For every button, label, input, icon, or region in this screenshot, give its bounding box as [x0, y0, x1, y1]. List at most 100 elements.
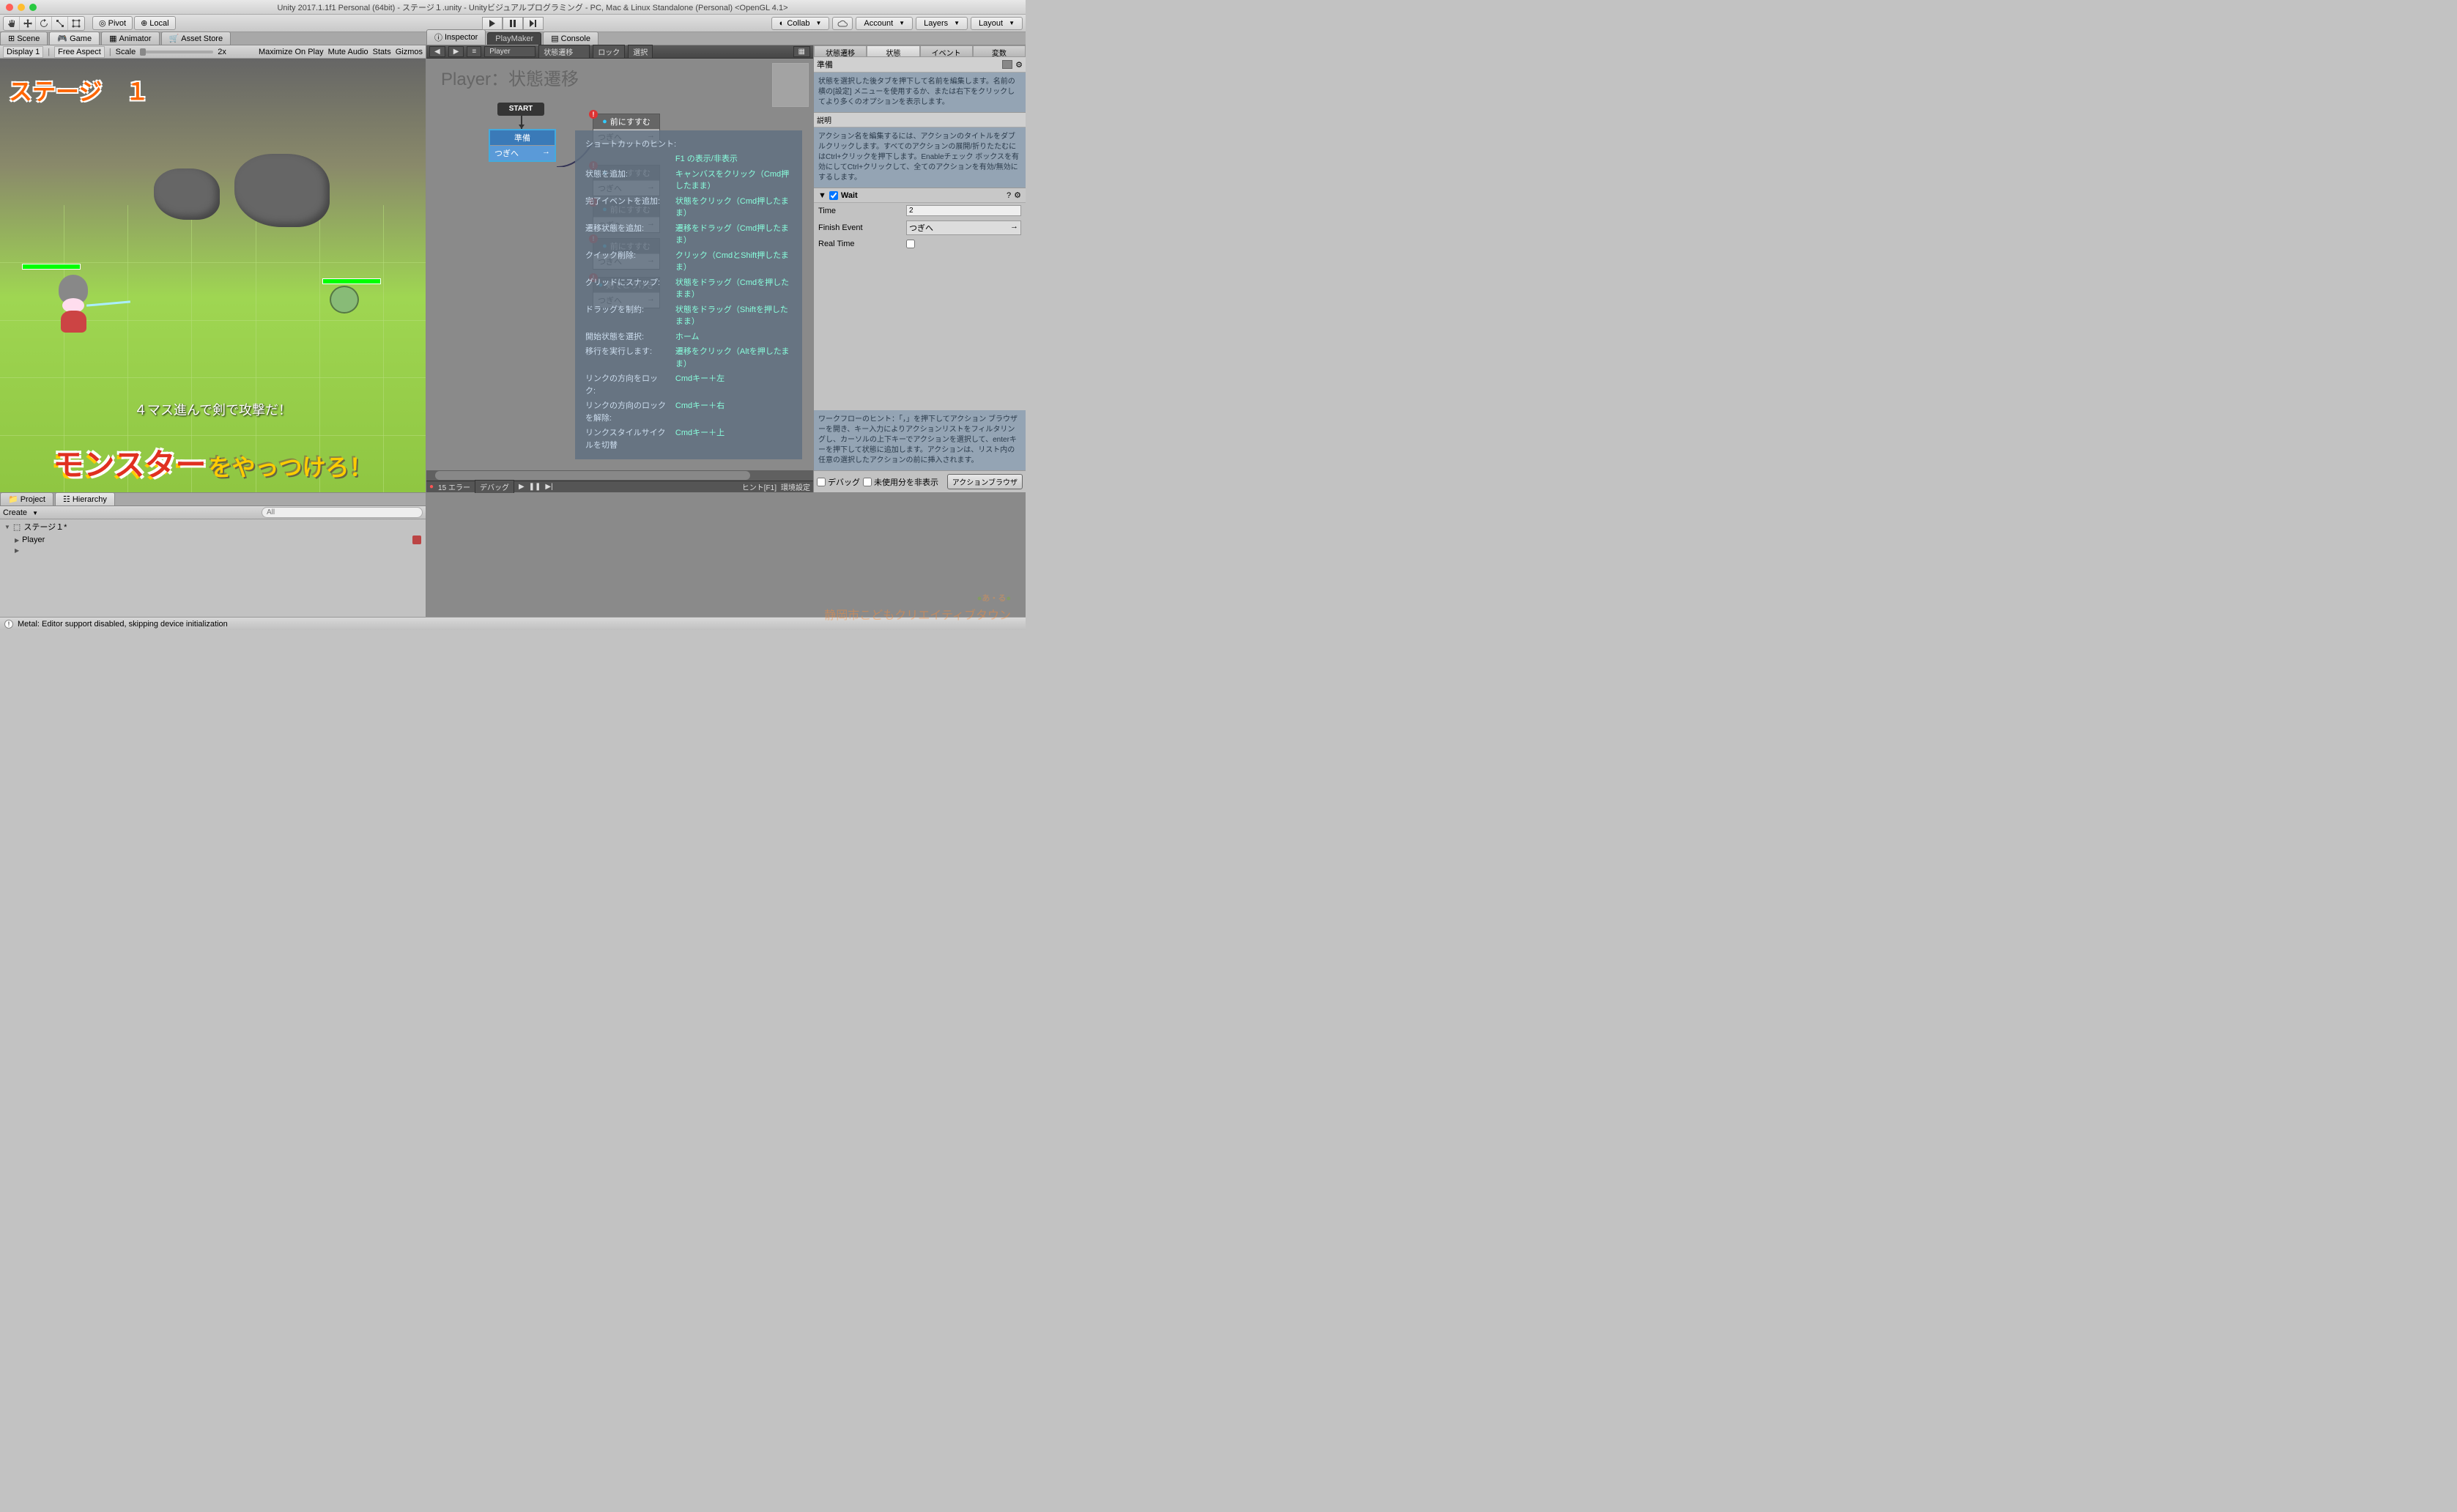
cloud-button[interactable] [832, 17, 853, 30]
layers-dropdown[interactable]: Layers▼ [916, 17, 968, 30]
rotate-tool[interactable] [36, 17, 52, 30]
start-node[interactable]: START [497, 103, 544, 116]
tab-game[interactable]: 🎮Game [49, 32, 100, 45]
collab-dropdown[interactable]: ◐Collab▼ [771, 17, 830, 30]
hint-toggle[interactable]: ヒント[F1] [742, 481, 777, 492]
real-time-checkbox[interactable] [906, 240, 915, 248]
zoom-window[interactable] [29, 4, 37, 11]
description-label: 説明 [814, 113, 1026, 127]
maximize-toggle[interactable]: Maximize On Play [259, 48, 324, 56]
mute-toggle[interactable]: Mute Audio [328, 48, 368, 56]
display-dropdown[interactable]: Display 1 [3, 46, 43, 58]
state-name-field[interactable]: 準備 ⚙ [814, 57, 1026, 73]
pm-play-icon[interactable]: ▶ [519, 483, 525, 491]
layout-dropdown[interactable]: Layout▼ [971, 17, 1023, 30]
workflow-hint: ワークフローのヒント：「，」を押下してアクション ブラウザーを開き、キー入力によ… [814, 410, 1026, 470]
rect-tool[interactable] [68, 17, 84, 30]
color-swatch[interactable] [1002, 60, 1012, 69]
action-browser-button[interactable]: アクションブラウザ [947, 474, 1023, 489]
move-tool[interactable] [20, 17, 36, 30]
tab-state-transition[interactable]: 状態遷移 [814, 45, 867, 56]
debug-checkbox[interactable] [817, 478, 826, 486]
pm-recent-button[interactable]: ≡ [467, 46, 481, 57]
inspector-panel: 状態遷移 状態 イベント 変数 準備 ⚙ 状態を選択した後タブを押下して名前を編… [813, 45, 1026, 492]
banner-red: モンスター [53, 448, 206, 482]
pm-forward-button[interactable]: ▶ [448, 46, 464, 57]
tab-project[interactable]: 📁Project [0, 492, 53, 505]
help-icon[interactable]: ? [1007, 191, 1011, 200]
banner-yellow: をやっつけろ！ [209, 454, 373, 481]
player-hp-bar [22, 264, 81, 270]
wait-action-header[interactable]: ▼ Wait ? ⚙ [814, 188, 1026, 203]
hierarchy-search[interactable] [262, 507, 423, 518]
collab-icon: ◐ [779, 19, 785, 28]
gizmos-dropdown[interactable]: Gizmos [396, 48, 423, 56]
pm-minimap-toggle[interactable]: ▦ [793, 46, 810, 57]
env-settings[interactable]: 環境設定 [781, 481, 810, 492]
transform-tools [3, 16, 85, 31]
pm-object-dropdown[interactable]: Player [484, 46, 536, 57]
playmaker-canvas[interactable]: Player：状態遷移 START 準備 つぎへ→ ! ●前にすすむ つぎへ→ … [426, 59, 813, 470]
pm-step-icon[interactable]: ▶| [545, 483, 552, 491]
pivot-icon: ◎ [99, 18, 106, 28]
chevron-down-icon: ▼ [954, 20, 960, 26]
chevron-down-icon: ▼ [899, 20, 905, 26]
gear-icon[interactable]: ⚙ [1015, 60, 1023, 70]
real-time-label: Real Time [818, 240, 906, 248]
pivot-toggle[interactable]: ◎Pivot [92, 16, 133, 30]
time-field-row: Time [814, 203, 1026, 218]
hide-unused-checkbox[interactable] [863, 478, 872, 486]
window-titlebar: Unity 2017.1.1f1 Personal (64bit) - ステージ… [0, 0, 1026, 15]
pause-button[interactable] [503, 17, 523, 30]
tab-asset-store[interactable]: 🛒Asset Store [161, 32, 231, 45]
hand-tool[interactable] [4, 17, 20, 30]
create-dropdown[interactable]: Create ▼ [3, 508, 38, 517]
finish-event-dropdown[interactable]: つぎへ→ [906, 220, 1021, 235]
pm-select-toggle[interactable]: 選択 [628, 45, 653, 59]
local-toggle[interactable]: ⊕Local [134, 16, 176, 30]
pm-lock-toggle[interactable]: ロック [593, 45, 625, 59]
playmaker-toolbar: ◀ ▶ ≡ Player 状態遷移 ロック 選択 ▦ [426, 45, 813, 59]
player-row[interactable]: ▶Player [0, 534, 426, 546]
foldout-icon[interactable]: ▼ [818, 191, 826, 200]
expand-row[interactable]: ▶ [0, 546, 426, 555]
time-input[interactable] [906, 205, 1021, 216]
pm-fsm-dropdown[interactable]: 状態遷移 [538, 45, 590, 59]
store-icon: 🛒 [169, 34, 179, 43]
stats-toggle[interactable]: Stats [373, 48, 391, 56]
error-count[interactable]: 15 エラー [438, 481, 470, 492]
tab-playmaker[interactable]: PlayMaker [487, 32, 541, 45]
project-tab-strip: 📁Project ☷Hierarchy [0, 493, 426, 506]
tab-console[interactable]: ▤Console [543, 32, 598, 45]
tab-state[interactable]: 状態 [867, 45, 919, 56]
wait-enable-checkbox[interactable] [829, 191, 838, 200]
state-node-prep[interactable]: 準備 つぎへ→ [489, 129, 556, 162]
fsm-title: Player：状態遷移 [441, 64, 579, 90]
canvas-scrollbar[interactable] [426, 470, 813, 481]
tab-variable[interactable]: 変数 [973, 45, 1026, 56]
aspect-dropdown[interactable]: Free Aspect [54, 46, 105, 58]
inspector-footer: デバッグ 未使用分を非表示 アクションブラウザ [814, 470, 1026, 492]
account-dropdown[interactable]: Account▼ [856, 17, 913, 30]
pm-debug-dropdown[interactable]: デバッグ [475, 480, 514, 494]
fsm-minimap[interactable] [772, 63, 809, 107]
instruction-text: ４マス進んで剣で攻撃だ！ [0, 400, 426, 419]
tab-inspector[interactable]: ⓘInspector [426, 29, 486, 45]
tab-scene[interactable]: ⊞Scene [0, 32, 48, 45]
scale-tool[interactable] [52, 17, 68, 30]
close-window[interactable] [6, 4, 13, 11]
gear-icon[interactable]: ⚙ [1014, 190, 1021, 200]
scale-slider[interactable] [140, 51, 213, 53]
folder-icon: 📁 [8, 494, 18, 504]
step-button[interactable] [523, 17, 544, 30]
play-controls [482, 17, 544, 30]
play-button[interactable] [482, 17, 503, 30]
node-transition[interactable]: つぎへ→ [490, 145, 555, 160]
tab-hierarchy[interactable]: ☷Hierarchy [55, 492, 115, 505]
minimize-window[interactable] [18, 4, 25, 11]
tab-event[interactable]: イベント [920, 45, 973, 56]
scene-row[interactable]: ▼⬚ステージ１* [0, 519, 426, 534]
pm-back-button[interactable]: ◀ [429, 46, 445, 57]
tab-animator[interactable]: ▦Animator [101, 32, 159, 45]
pm-pause-icon[interactable]: ❚❚ [529, 483, 541, 491]
